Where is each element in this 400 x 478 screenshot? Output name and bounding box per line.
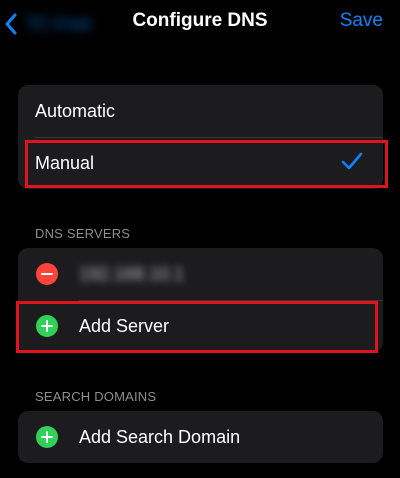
manual-option[interactable]: Manual xyxy=(18,137,383,189)
plus-circle-icon xyxy=(36,315,58,337)
plus-circle-icon xyxy=(36,426,58,448)
manual-label: Manual xyxy=(35,152,95,173)
dns-mode-group: Automatic Manual xyxy=(18,85,383,189)
dns-servers-group: 192.168.10.1 Add Server xyxy=(18,248,383,352)
minus-circle-icon[interactable] xyxy=(36,263,58,285)
dns-servers-header: DNS SERVERS xyxy=(35,226,131,241)
checkmark-icon xyxy=(341,151,363,176)
automatic-option[interactable]: Automatic xyxy=(18,85,383,138)
search-domains-header: SEARCH DOMAINS xyxy=(35,389,157,404)
navigation-bar: TC Fnet Configure DNS Save xyxy=(0,0,400,48)
add-search-domain-label: Add Search Domain xyxy=(79,426,241,447)
search-domains-group: Add Search Domain xyxy=(18,411,383,463)
add-server-label: Add Server xyxy=(79,315,170,336)
dns-server-entry[interactable]: 192.168.10.1 xyxy=(18,248,383,301)
add-server-row[interactable]: Add Server xyxy=(18,300,383,352)
add-search-domain-row[interactable]: Add Search Domain xyxy=(18,411,383,463)
save-button[interactable]: Save xyxy=(340,10,383,32)
automatic-label: Automatic xyxy=(35,100,116,121)
dns-server-address: 192.168.10.1 xyxy=(79,263,185,284)
